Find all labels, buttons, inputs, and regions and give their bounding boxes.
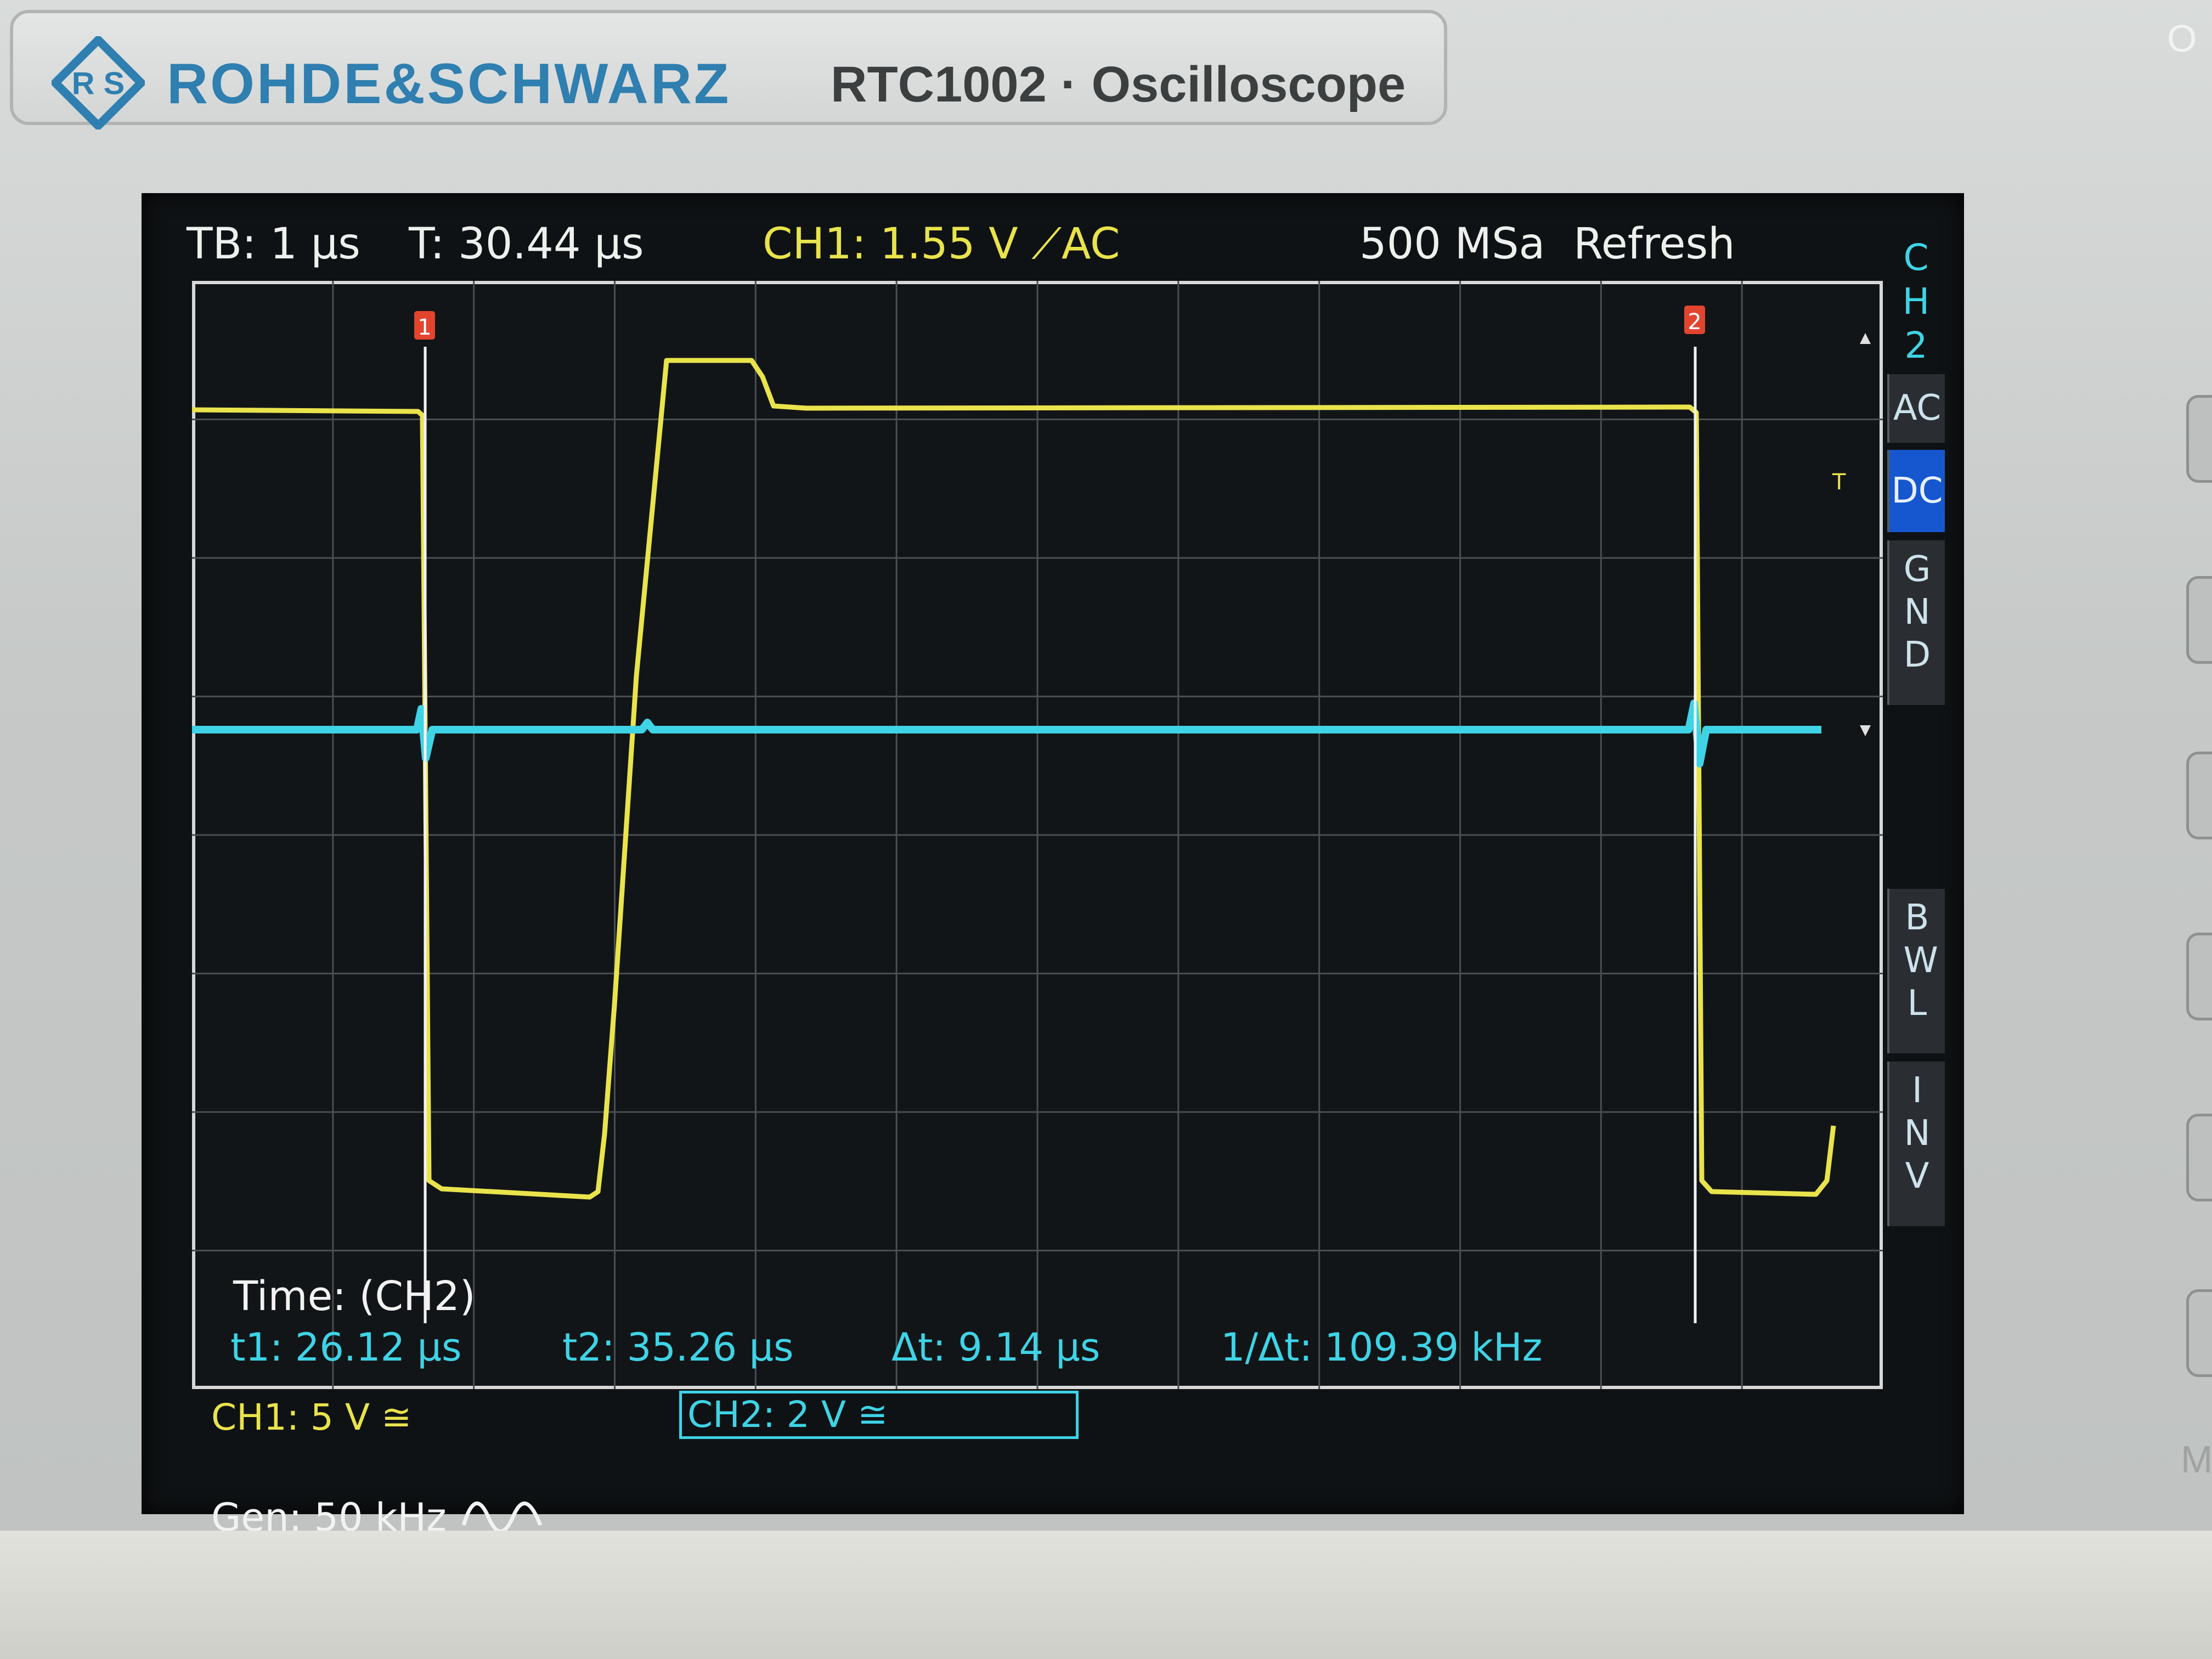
- delta-t-readout: Δt: 9.14 µs: [891, 1325, 1101, 1370]
- softkey-6[interactable]: [2186, 1289, 2212, 1377]
- coupling-dc-button[interactable]: DC: [1887, 450, 1945, 532]
- coupling-ac-button[interactable]: AC: [1887, 374, 1945, 443]
- sample-rate-readout: 500 MSa: [1359, 219, 1545, 269]
- coupling-gnd-button[interactable]: GND: [1887, 540, 1945, 705]
- t1-readout: t1: 26.12 µs: [230, 1325, 462, 1370]
- waveform-canvas: 1 2 1 2 T: [192, 281, 1883, 1389]
- softkey-3[interactable]: [2186, 752, 2212, 839]
- acquisition-mode-readout: Refresh: [1573, 219, 1735, 269]
- ch1-trace: [192, 358, 1836, 1200]
- softkey-1[interactable]: [2186, 395, 2212, 483]
- model-name: RTC1002 · Oscilloscope: [831, 57, 1406, 112]
- channel-menu-title: CH2: [1887, 236, 1945, 368]
- scroll-up-icon[interactable]: [1860, 333, 1871, 344]
- graticule: [192, 281, 1883, 1389]
- brand-name: ROHDE&SCHWARZ: [167, 52, 731, 116]
- inv-label: INV: [1904, 1070, 1931, 1197]
- svg-text:R S: R S: [72, 66, 125, 101]
- bwl-label: BWL: [1903, 898, 1938, 1024]
- cursor-1-marker-label: 1: [417, 315, 431, 340]
- gnd-label: GND: [1903, 549, 1931, 675]
- trigger-level-marker: T: [1832, 470, 1846, 495]
- timebase-readout: TB: 1 µs: [187, 219, 360, 269]
- softkey-5[interactable]: [2186, 1114, 2212, 1201]
- bezel-bottom: [0, 1531, 2212, 1659]
- t2-readout: t2: 35.26 µs: [562, 1325, 794, 1370]
- softkey-4[interactable]: [2186, 933, 2212, 1020]
- trigger-setting-readout: CH1: 1.55 V ⟋AC: [763, 219, 1120, 269]
- trigger-time-readout: T: 30.44 µs: [409, 219, 644, 269]
- scroll-down-icon[interactable]: [1860, 725, 1871, 736]
- softkey-2[interactable]: [2186, 576, 2212, 664]
- cursor-2-marker-label: 2: [1688, 309, 1701, 335]
- menu-label: M: [2181, 1438, 2212, 1481]
- channel-title-text: CH2: [1902, 236, 1930, 366]
- bandwidth-limit-button[interactable]: BWL: [1887, 889, 1945, 1053]
- rs-logo-icon: R S: [52, 36, 145, 129]
- ch2-scale[interactable]: CH2: 2 V ≅: [679, 1391, 1079, 1439]
- frequency-readout: 1/Δt: 109.39 kHz: [1221, 1325, 1543, 1370]
- power-label: O: [2167, 17, 2197, 60]
- nameplate: R S ROHDE&SCHWARZ RTC1002 · Oscilloscope: [10, 10, 1447, 129]
- ch2-trace: [192, 699, 1821, 768]
- invert-button[interactable]: INV: [1887, 1062, 1945, 1226]
- measurement-title: Time: (CH2): [233, 1273, 476, 1320]
- ch1-scale[interactable]: CH1: 5 V ≅: [211, 1396, 411, 1438]
